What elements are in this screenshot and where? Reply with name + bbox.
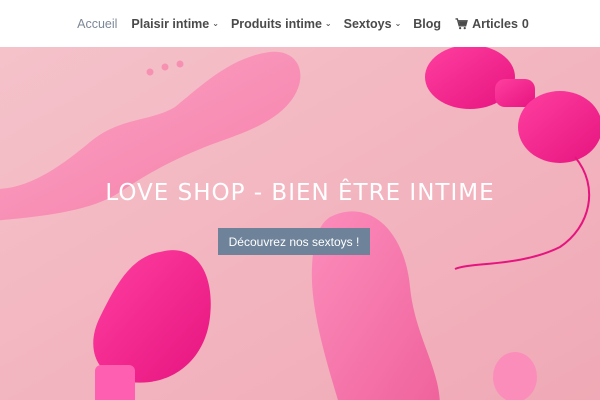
nav-item-label: Sextoys xyxy=(343,16,392,31)
hero-banner: LOVE SHOP - BIEN ÊTRE INTIME Découvrez n… xyxy=(0,47,600,400)
nav-item-label: Plaisir intime xyxy=(131,16,210,31)
nav-item-plaisir-intime[interactable]: Plaisir intime ⌄ xyxy=(131,17,219,31)
nav-item-sextoys[interactable]: Sextoys ⌄ xyxy=(344,17,402,31)
nav-item-produits-intime[interactable]: Produits intime ⌄ xyxy=(231,17,332,31)
chevron-down-icon: ⌄ xyxy=(324,19,332,28)
nav-item-blog[interactable]: Blog xyxy=(413,17,441,31)
discover-sextoys-button[interactable]: Découvrez nos sextoys ! xyxy=(218,228,370,255)
cart-link[interactable]: Articles 0 xyxy=(455,17,529,31)
hero-background-image xyxy=(0,47,600,400)
cart-count: 0 xyxy=(521,16,529,31)
cart-icon xyxy=(455,17,468,29)
chevron-down-icon: ⌄ xyxy=(212,19,219,28)
nav-item-label: Produits intime xyxy=(230,16,322,31)
nav-item-label: Accueil xyxy=(77,16,118,31)
nav-item-label: Blog xyxy=(413,16,442,31)
nav-item-accueil[interactable]: Accueil xyxy=(77,17,117,31)
top-navigation: Accueil Plaisir intime ⌄ Produits intime… xyxy=(0,0,600,47)
cart-label: Articles xyxy=(472,16,518,31)
hero-title: LOVE SHOP - BIEN ÊTRE INTIME xyxy=(105,180,495,206)
chevron-down-icon: ⌄ xyxy=(394,19,402,28)
